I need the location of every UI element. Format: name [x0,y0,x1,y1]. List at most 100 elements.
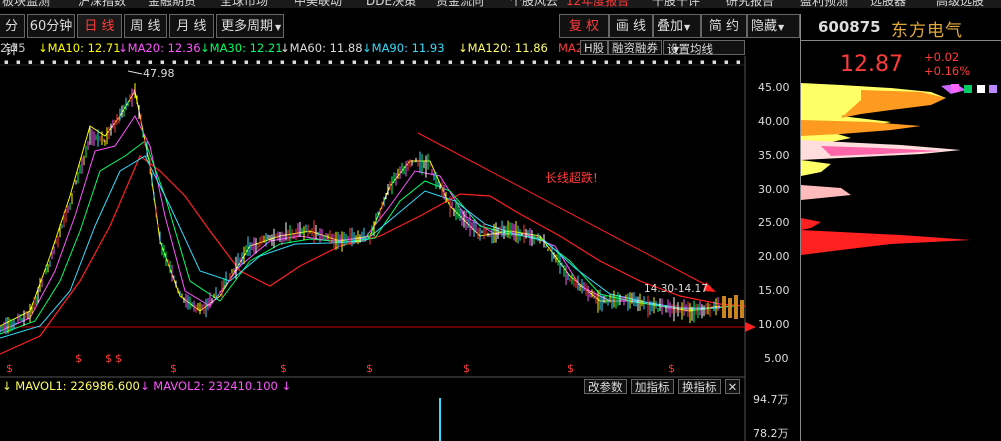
candlestick-series [0,83,719,335]
ma-settings-button[interactable]: 设置均线 ▼ [663,40,745,56]
price-axis-label: 30.00 [758,183,790,196]
signal-marker: $ [366,362,373,375]
tab-60min[interactable]: 60分钟 [27,14,75,38]
arrow-down-icon: ↓ [2,379,12,393]
menu-item[interactable]: 个股风云 [510,0,558,8]
tab-monthly[interactable]: 月 线 [169,14,214,38]
h-share-button[interactable]: H股 [580,40,609,55]
simple-button[interactable]: 简 约 [701,14,747,38]
signal-marker: $ [105,352,112,365]
price-axis-label: 40.00 [758,115,790,128]
volume-axis-label: 94.7万 [753,393,789,406]
ma10-text: MA10: 12.71 [47,41,121,55]
stock-name: 东方电气 [891,21,963,41]
ma90-text: MA90: 11.93 [371,41,445,55]
edit-params-button[interactable]: 改参数 [584,379,627,394]
price-axis-label: 35.00 [758,149,790,162]
arrow-down-icon: ↓ [200,41,210,55]
high-price-label: 47.98 [143,67,175,80]
arrow-down-icon: ↓ [140,379,150,393]
ma120-text: MA120: 11.86 [467,41,548,55]
ma120-value: ↓MA120: 11.86 [458,41,548,55]
price-change: +0.02 [924,50,960,64]
mavol2-text: MAVOL2: 232410.100 [153,379,278,393]
hide-label: 隐藏 [751,19,778,34]
signal-marker: $ [170,362,177,375]
ma30-value: ↓MA30: 12.21 [200,41,283,55]
signal-marker: $ [463,362,470,375]
signal-marker: $ [115,352,122,365]
switch-indicator-button[interactable]: 换指标 [678,379,721,394]
menu-item[interactable]: 全球市场 [220,0,268,8]
ma10-line [0,89,721,327]
menu-item-active[interactable]: 12年度报告 [566,0,629,8]
menu-item[interactable]: 研究报告 [726,0,774,8]
price-axis-label: 25.00 [758,216,790,229]
price-axis-label: 15.00 [758,284,790,297]
margin-trading-button[interactable]: 融资融券 [608,40,662,55]
arrow-down-icon: ↓ [38,41,48,55]
support-arrow-icon [745,322,756,332]
tab-daily[interactable]: 日 线 [77,14,122,38]
menu-item[interactable]: 沪深指数 [78,0,126,8]
menu-item[interactable]: 板块监测 [2,0,50,8]
arrow-down-icon: ↓ [118,41,128,55]
price-axis-label: 5.00 [764,352,789,365]
arrow-down-icon: ↓ [362,41,372,55]
ma20-text: MA20: 12.36 [127,41,201,55]
signal-marker: $ [6,362,13,375]
arrow-down-icon: ↓ [280,41,290,55]
hide-button[interactable]: 隐藏▼ [747,14,800,38]
ma60-value: ↓MA60: 11.88 [280,41,363,55]
arrow-down-icon: ↓ [281,379,292,393]
range-label: 14.30-14.17 [644,283,708,295]
ma-legend: 2.75 ↓MA10: 12.71 ↓MA20: 12.36 ↓MA30: 12… [0,40,800,56]
mavol1-text: MAVOL1: 226986.600 [15,379,140,393]
chevron-down-icon: ▼ [684,23,691,32]
chevron-down-icon: ▼ [275,23,282,32]
restore-rights-button[interactable]: 复 权 [559,14,609,38]
menu-item[interactable]: 盈利预测 [800,0,848,8]
overlay-button[interactable]: 叠加▼ [653,14,701,38]
ma20-value: ↓MA20: 12.36 [118,41,201,55]
trend-note: 长线超跌! [545,170,598,185]
menu-item[interactable]: 资金流向 [436,0,484,8]
menu-item[interactable]: 中美联动 [294,0,342,8]
signal-marker: $ [280,362,287,375]
menu-item[interactable]: DDE决策 [366,0,416,8]
mavol2-value: ↓ MAVOL2: 232410.100 ↓ [140,379,291,393]
menu-item[interactable]: 选股器 [870,0,906,8]
tab-minute[interactable]: 分钟 [0,14,25,58]
stock-code: 600875 [818,18,881,36]
price-axis-label: 20.00 [758,250,790,263]
tab-more-periods[interactable]: 更多周期 ▼ [216,14,284,38]
close-icon[interactable]: ✕ [725,379,740,394]
menu-item[interactable]: 十股十评 [652,0,700,8]
volume-axis-label: 78.2万 [753,427,789,440]
signal-marker: $ [567,362,574,375]
menu-item[interactable]: 金融期货 [148,0,196,8]
last-price: 12.87 [840,52,903,77]
more-periods-label: 更多周期 [221,19,274,34]
ma30-text: MA30: 12.21 [209,41,283,55]
top-menu: 板块监测 沪深指数 金融期货 全球市场 中美联动 DDE决策 资金流向 个股风云… [0,0,1001,8]
arrow-down-icon: ↓ [458,41,468,55]
ma90-value: ↓MA90: 11.93 [362,41,445,55]
ma10-value: ↓MA10: 12.71 [38,41,121,55]
chevron-down-icon: ▼ [778,23,785,32]
signal-marker: $ [668,362,675,375]
tab-weekly[interactable]: 周 线 [124,14,167,38]
overlay-label: 叠加 [657,19,684,34]
chip-distribution [801,83,997,255]
chevron-down-icon: ▼ [673,45,680,54]
signal-marker: $ [75,352,82,365]
mavol1-value: ↓ MAVOL1: 226986.600 [2,379,140,393]
ma-value-cur: 2.75 [0,41,26,55]
price-axis-label: 45.00 [758,81,790,94]
period-tab-bar: 分钟 60分钟 日 线 周 线 月 线 更多周期 ▼ 复 权 画 线 叠加▼ 简 … [0,14,800,58]
ma250-line [0,155,746,355]
ma90-line [0,155,720,339]
draw-line-button[interactable]: 画 线 [609,14,653,38]
add-indicator-button[interactable]: 加指标 [631,379,674,394]
menu-item[interactable]: 高级选股 [936,0,984,8]
